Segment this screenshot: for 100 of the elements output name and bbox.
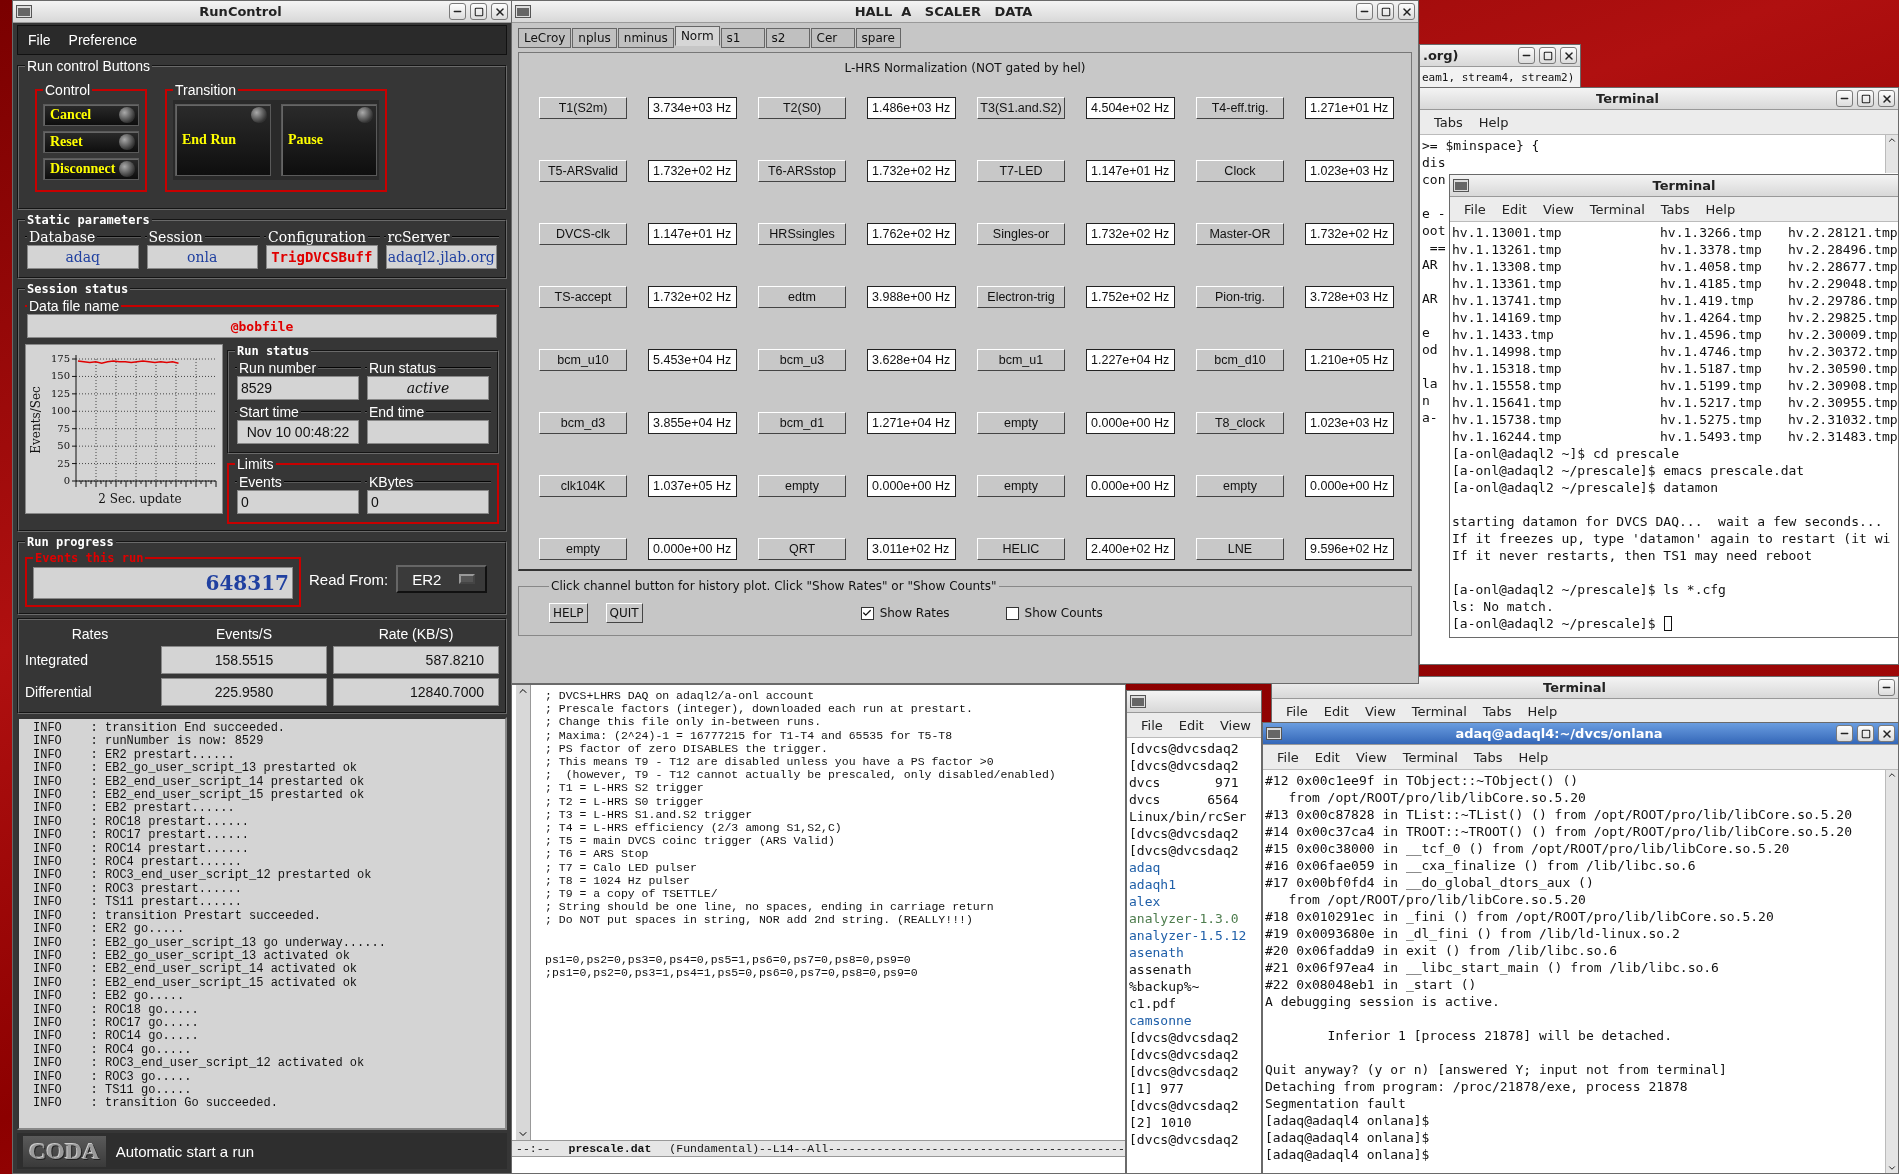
control-button[interactable]: Reset (43, 131, 139, 153)
window-menu-icon[interactable] (1130, 695, 1146, 708)
channel-button[interactable]: Pion-trig. (1196, 286, 1284, 308)
menu-item[interactable]: Terminal (1402, 749, 1458, 765)
minimize-button[interactable] (1356, 3, 1373, 20)
maximize-button[interactable] (470, 3, 487, 20)
window-menu-icon[interactable] (515, 5, 531, 18)
checkbox-option[interactable]: Show Counts (1005, 606, 1103, 620)
channel-button[interactable]: bcm_u3 (758, 349, 846, 371)
menu-item[interactable]: File (1277, 749, 1299, 765)
channel-button[interactable]: empty (1196, 475, 1284, 497)
axis-tick-label: 0 (63, 475, 70, 486)
channel-button[interactable]: HELIC (977, 538, 1065, 560)
minimize-button[interactable] (449, 3, 466, 20)
transition-button[interactable]: End Run (175, 104, 271, 176)
tab[interactable]: Norm (674, 26, 720, 46)
menu-item[interactable]: File (1464, 201, 1486, 217)
channel-button[interactable]: T3(S1.and.S2) (977, 97, 1065, 119)
read-from-dropdown[interactable]: ER2 (396, 565, 488, 593)
maximize-button[interactable] (1539, 47, 1556, 64)
channel-button[interactable]: T4-eff.trig. (1196, 97, 1284, 119)
menu-item[interactable]: View (1364, 703, 1396, 719)
menu-item[interactable]: Edit (1501, 201, 1527, 217)
tab[interactable]: nplus (572, 28, 617, 48)
close-button[interactable] (1398, 3, 1415, 20)
channel-button[interactable]: empty (977, 475, 1065, 497)
window-menu-icon[interactable] (16, 5, 32, 18)
minimize-button[interactable] (1836, 90, 1853, 107)
maximize-button[interactable] (1857, 725, 1874, 742)
menu-item[interactable]: File (1286, 703, 1308, 719)
channel-button[interactable]: HRSsingles (758, 223, 846, 245)
channel-button[interactable]: T5-ARSvalid (539, 160, 627, 182)
channel-button[interactable]: bcm_d3 (539, 412, 627, 434)
menu-item[interactable]: Help (1478, 114, 1509, 130)
menu-item[interactable]: Edit (1323, 703, 1349, 719)
window-menu-icon[interactable] (1266, 727, 1282, 740)
close-button[interactable] (1878, 90, 1895, 107)
channel-button[interactable]: Singles-or (977, 223, 1065, 245)
channel-button[interactable]: Clock (1196, 160, 1284, 182)
channel-button[interactable]: empty (758, 475, 846, 497)
menu-item[interactable]: Help (1527, 703, 1558, 719)
tab[interactable]: s2 (765, 28, 810, 48)
control-button[interactable]: Cancel (43, 104, 139, 126)
menu-item[interactable]: View (1219, 717, 1251, 733)
checkbox-option[interactable]: Show Rates (860, 606, 950, 620)
terminal-line: asenath (1129, 944, 1184, 961)
channel-button[interactable]: bcm_u10 (539, 349, 627, 371)
channel-button[interactable]: T7-LED (977, 160, 1065, 182)
channel-button[interactable]: T2(S0) (758, 97, 846, 119)
transition-button[interactable]: Pause (281, 104, 377, 176)
minimize-button[interactable] (1836, 725, 1853, 742)
close-button[interactable] (1560, 47, 1577, 64)
file-name: hv.1.3378.tmp (1660, 241, 1762, 258)
menu-item[interactable]: View (1542, 201, 1574, 217)
tab[interactable]: nminus (617, 28, 674, 48)
channel-button[interactable]: bcm_d10 (1196, 349, 1284, 371)
maximize-button[interactable] (1377, 3, 1394, 20)
channel-button[interactable]: edtm (758, 286, 846, 308)
channel-button[interactable]: clk104K (539, 475, 627, 497)
tab[interactable]: Cer (810, 28, 855, 48)
tab[interactable]: LeCroy (518, 28, 572, 48)
channel-button[interactable]: T6-ARSstop (758, 160, 846, 182)
menu-item[interactable]: Terminal (1411, 703, 1467, 719)
channel-button[interactable]: T1(S2m) (539, 97, 627, 119)
window-menu-icon[interactable] (1453, 179, 1469, 192)
channel-button[interactable]: T8_clock (1196, 412, 1284, 434)
channel-button[interactable]: LNE (1196, 538, 1284, 560)
maximize-icon (1860, 728, 1871, 739)
action-button[interactable]: HELP (549, 603, 588, 623)
menu-item[interactable]: Edit (1314, 749, 1340, 765)
menu-item[interactable]: File (1141, 717, 1163, 733)
channel-button[interactable]: empty (977, 412, 1065, 434)
tab[interactable]: spare (855, 28, 901, 48)
maximize-button[interactable] (1857, 90, 1874, 107)
close-button[interactable] (491, 3, 508, 20)
channel-button[interactable]: DVCS-clk (539, 223, 627, 245)
menu-item[interactable]: Tabs (1473, 749, 1503, 765)
channel-button[interactable]: QRT (758, 538, 846, 560)
channel-button[interactable]: Master-OR (1196, 223, 1284, 245)
menu-item[interactable]: Tabs (1434, 114, 1463, 130)
menu-item[interactable]: Help (1705, 201, 1736, 217)
menu-item[interactable]: Edit (1178, 717, 1204, 733)
menu-item[interactable]: View (1355, 749, 1387, 765)
channel-button[interactable]: empty (539, 538, 627, 560)
tab[interactable]: s1 (720, 28, 765, 48)
menu-item[interactable]: Help (1518, 749, 1549, 765)
channel-button[interactable]: bcm_d1 (758, 412, 846, 434)
action-button[interactable]: QUIT (605, 603, 643, 623)
minimize-button[interactable] (1878, 679, 1895, 696)
menu-item[interactable]: Tabs (1482, 703, 1512, 719)
menu-item[interactable]: Tabs (1660, 201, 1690, 217)
channel-button[interactable]: bcm_u1 (977, 349, 1065, 371)
channel-button[interactable]: Electron-trig (977, 286, 1065, 308)
minimize-button[interactable] (1518, 47, 1535, 64)
menu-item[interactable]: Preference (68, 32, 138, 48)
menu-item[interactable]: Terminal (1589, 201, 1645, 217)
control-button[interactable]: Disconnect (43, 158, 139, 180)
channel-button[interactable]: TS-accept (539, 286, 627, 308)
close-button[interactable] (1878, 725, 1895, 742)
menu-item[interactable]: File (28, 32, 51, 48)
